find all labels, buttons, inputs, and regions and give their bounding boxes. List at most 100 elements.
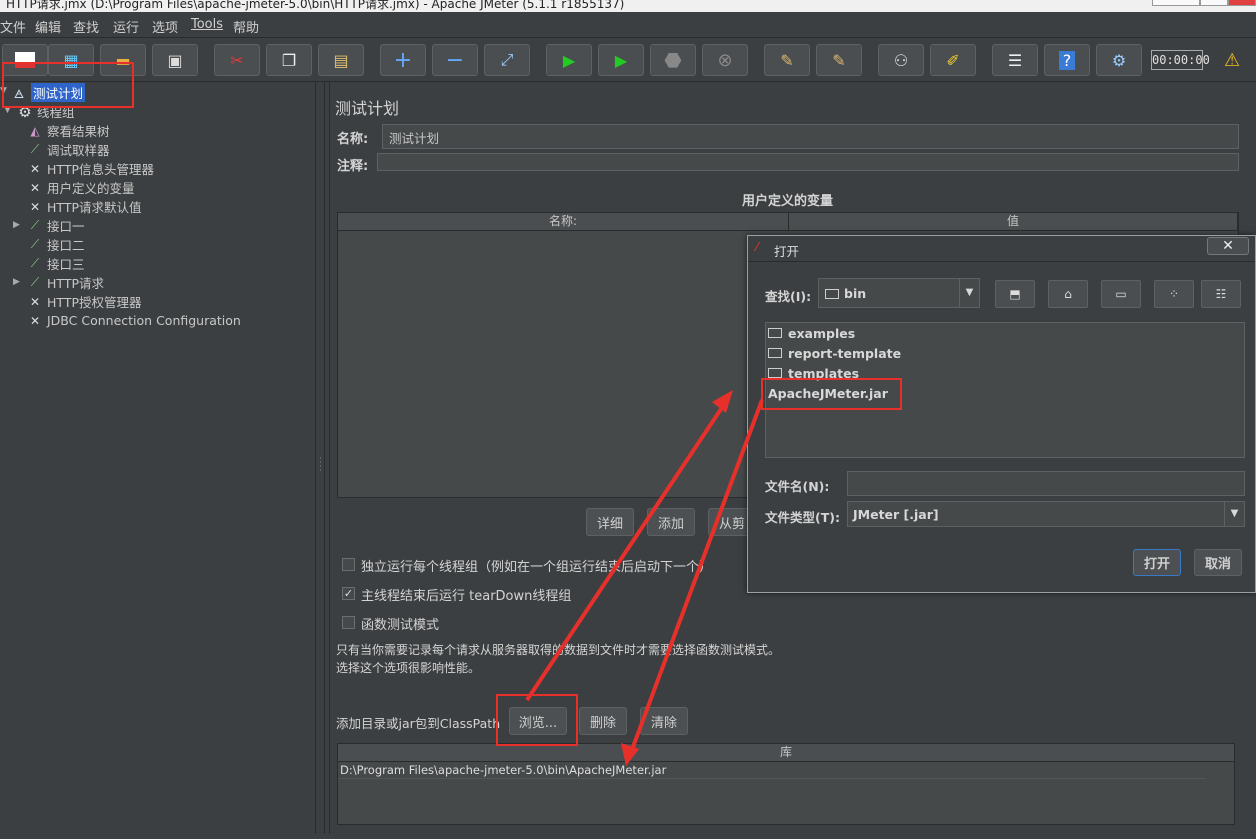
stop-icon: ⬣ (664, 48, 682, 72)
start-no-pause-button[interactable]: ▶ (598, 44, 644, 76)
dialog-close-button[interactable]: ✕ (1207, 237, 1249, 255)
open-button[interactable]: 打开 (1133, 549, 1181, 576)
clear-button[interactable]: ✎ (764, 44, 810, 76)
home-button[interactable]: ⌂ (1048, 280, 1088, 308)
expand-button[interactable]: + (380, 44, 426, 76)
run-groups-consecutively-checkbox[interactable] (342, 558, 355, 571)
menu-help[interactable]: 帮助 (233, 17, 259, 36)
library-table[interactable]: 库 D:\Program Files\apache-jmeter-5.0\bin… (337, 743, 1235, 825)
tree-item-header-manager[interactable]: ✕ HTTP信息头管理器 (26, 159, 154, 178)
menu-edit[interactable]: 编辑 (35, 17, 61, 36)
tree-item-label: JDBC Connection Configuration (47, 313, 241, 328)
tree-item-auth-manager[interactable]: ✕ HTTP授权管理器 (26, 292, 142, 311)
dialog-title: 打开 (774, 244, 800, 259)
copy-button[interactable]: ❐ (266, 44, 312, 76)
start-button[interactable]: ▶ (546, 44, 592, 76)
details-view-button[interactable]: ☷ (1201, 280, 1241, 308)
minimize-button[interactable] (1152, 0, 1200, 6)
name-input[interactable]: 测试计划 (382, 124, 1239, 149)
tree-item-user-vars[interactable]: ✕ 用户定义的变量 (26, 178, 135, 197)
close-window-button[interactable] (1228, 0, 1256, 6)
collapsed-arrow-icon[interactable]: ▶ (13, 220, 20, 230)
up-folder-button[interactable]: ⬒ (995, 280, 1035, 308)
new-folder-button[interactable]: ▭ (1101, 280, 1141, 308)
maximize-button[interactable] (1200, 0, 1228, 6)
eraser-icon: ✐ (946, 50, 960, 70)
scissors-icon: ✂ (230, 50, 244, 70)
menu-bar: 文件 编辑 查找 运行 选项 Tools 帮助 (0, 12, 1256, 38)
clipboard-icon: ▤ (333, 50, 349, 70)
collapse-button[interactable]: − (432, 44, 478, 76)
menu-search[interactable]: 查找 (73, 17, 99, 36)
list-icon: ☰ (1007, 50, 1023, 70)
clear-button[interactable]: 清除 (640, 707, 688, 735)
save-button[interactable]: ▣ (152, 44, 198, 76)
file-type-label: 文件类型(T): (765, 510, 840, 525)
search-button[interactable]: ⚇ (878, 44, 924, 76)
add-button[interactable]: 添加 (647, 508, 695, 536)
pipette-icon: ⟋ (30, 275, 40, 289)
look-in-select[interactable]: bin ▼ (818, 278, 980, 308)
col-name-header[interactable]: 名称: (338, 213, 789, 230)
window-title: HTTP请求.jmx (D:\Program Files\apache-jmet… (6, 0, 625, 11)
name-label: 名称: (337, 132, 369, 147)
broom-icon: ✎ (780, 50, 794, 70)
list-view-button[interactable]: ⁘ (1154, 280, 1194, 308)
file-type-select[interactable]: JMeter [.jar] ▼ (847, 501, 1245, 527)
delete-button[interactable]: 删除 (579, 707, 627, 735)
menu-tools[interactable]: Tools (191, 17, 223, 32)
menu-file[interactable]: 文件 (0, 17, 26, 36)
tree-item-http-request[interactable]: ⟋ HTTP请求 (26, 273, 104, 292)
comment-input[interactable] (377, 153, 1239, 171)
toggle-button[interactable]: ⤢ (484, 44, 530, 76)
annotation-box-browse (496, 694, 578, 746)
new-folder-icon: ▭ (1115, 287, 1127, 301)
detail-button[interactable]: 详细 (586, 508, 634, 536)
list-item[interactable]: report-template (768, 344, 901, 362)
col-value-header[interactable]: 值 (789, 213, 1238, 230)
teardown-checkbox[interactable]: ✓ (342, 587, 355, 600)
function-helper-button[interactable]: ☰ (992, 44, 1038, 76)
tree-item-jdbc-config[interactable]: ✕ JDBC Connection Configuration (26, 311, 241, 330)
plus-icon: + (393, 47, 413, 73)
reset-search-button[interactable]: ✐ (930, 44, 976, 76)
file-name-input[interactable] (847, 471, 1245, 496)
wrench-icon: ✕ (29, 313, 41, 328)
warning-icon[interactable]: ⚠ (1224, 50, 1240, 71)
wrench-icon: ✕ (29, 161, 41, 176)
window-titlebar: HTTP请求.jmx (D:\Program Files\apache-jmet… (0, 0, 1256, 12)
tree-item-debug-sampler[interactable]: ⟋ 调试取样器 (26, 140, 110, 159)
list-item[interactable]: examples (768, 324, 855, 342)
paste-button[interactable]: ▤ (318, 44, 364, 76)
tree-item-http-defaults[interactable]: ✕ HTTP请求默认值 (26, 197, 142, 216)
col-library-header[interactable]: 库 (338, 744, 1234, 761)
shutdown-button[interactable]: ⊗ (702, 44, 748, 76)
functional-mode-checkbox[interactable] (342, 616, 355, 629)
tree-item-api-3[interactable]: ⟋ 接口三 (26, 254, 85, 273)
open-file-dialog: ⁄ 打开 ✕ 查找(I): bin ▼ ⬒ ⌂ ▭ ⁘ ☷ examples r… (747, 235, 1256, 593)
tree-item-api-1[interactable]: ⟋ 接口一 (26, 216, 85, 235)
remote-button[interactable]: ⚙ (1096, 44, 1142, 76)
wrench-icon: ✕ (29, 180, 41, 195)
menu-options[interactable]: 选项 (152, 17, 178, 36)
dialog-titlebar[interactable]: ⁄ 打开 ✕ (748, 236, 1255, 262)
tree-item-api-2[interactable]: ⟋ 接口二 (26, 235, 85, 254)
stop-button[interactable]: ⬣ (650, 44, 696, 76)
menu-run[interactable]: 运行 (113, 17, 139, 36)
clear-all-button[interactable]: ✎ (816, 44, 862, 76)
folder-icon (768, 328, 782, 338)
cancel-button[interactable]: 取消 (1194, 549, 1242, 576)
tree-item-result-tree[interactable]: ◭ 察看结果树 (26, 121, 110, 140)
tree-item-label: 察看结果树 (47, 124, 110, 139)
tree-item-label: 调试取样器 (47, 143, 110, 158)
tree-item-label: 接口一 (47, 219, 85, 234)
table-row[interactable]: D:\Program Files\apache-jmeter-5.0\bin\A… (338, 762, 1206, 779)
wand-icon: ⤢ (500, 50, 514, 69)
split-pane-divider[interactable]: · · · · (315, 82, 325, 834)
comment-label: 注释: (337, 159, 369, 174)
help-button[interactable]: ? (1044, 44, 1090, 76)
cut-button[interactable]: ✂ (214, 44, 260, 76)
copy-icon: ❐ (281, 50, 297, 70)
wrench-icon: ✕ (29, 294, 41, 309)
collapsed-arrow-icon[interactable]: ▶ (13, 277, 20, 287)
